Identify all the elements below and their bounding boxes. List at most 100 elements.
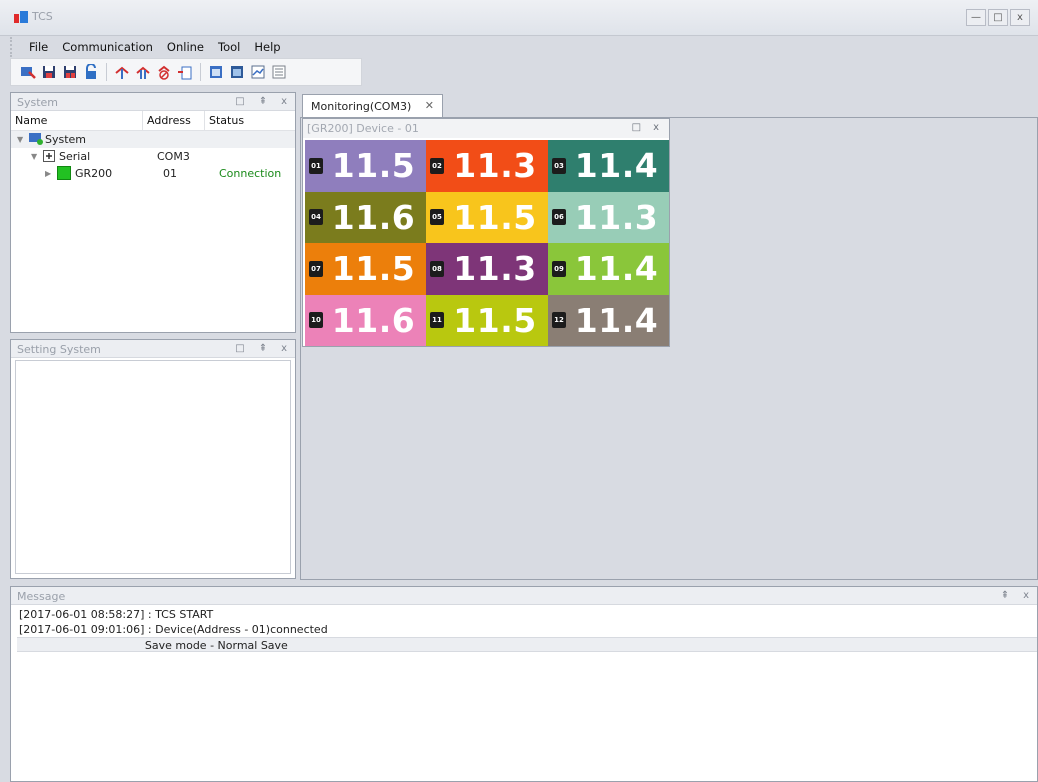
collapse-icon[interactable]: ▼ <box>31 152 37 161</box>
tree-row-gr200[interactable]: ▶ GR200 01 Connection <box>11 165 295 182</box>
channel-id-badge: 11 <box>430 312 444 329</box>
remove-device-icon[interactable] <box>155 63 173 81</box>
column-status[interactable]: Status <box>205 111 295 130</box>
channel-value: 11.4 <box>574 146 659 186</box>
app-logo-icon <box>14 11 28 23</box>
close-icon[interactable]: x <box>281 342 287 356</box>
channel-id-badge: 09 <box>552 260 566 277</box>
pin-icon[interactable]: ⇞ <box>259 342 267 356</box>
channel-cell[interactable]: 05 11.5 <box>426 191 548 243</box>
channel-cell[interactable]: 11 11.5 <box>426 294 548 346</box>
tree-row-system[interactable]: ▼ System <box>11 131 295 148</box>
menu-help[interactable]: Help <box>247 40 287 54</box>
setting-system-panel: Setting System □ ⇞ x <box>10 339 296 579</box>
channel-cell[interactable]: 06 11.3 <box>548 191 669 243</box>
pin-icon[interactable]: ⇞ <box>1001 589 1009 603</box>
channel-cell[interactable]: 08 11.3 <box>426 243 548 295</box>
channel-value: 11.3 <box>453 146 537 186</box>
channel-value: 11.5 <box>453 300 537 340</box>
list-icon[interactable] <box>270 63 288 81</box>
tree-status-gr200: Connection <box>219 167 282 180</box>
channel-cell[interactable]: 02 11.3 <box>426 140 548 192</box>
serial-port-icon <box>43 150 55 165</box>
pin-icon[interactable]: ⇞ <box>259 95 267 109</box>
device-window-header[interactable]: [GR200] Device - 01 □ x <box>303 119 669 138</box>
monitor-icon[interactable] <box>207 63 225 81</box>
float-icon[interactable]: □ <box>632 122 641 133</box>
channel-value: 11.3 <box>453 249 537 289</box>
menu-file[interactable]: File <box>22 40 55 54</box>
channel-id-badge: 06 <box>552 209 566 226</box>
chart-icon[interactable] <box>249 63 267 81</box>
channel-value: 11.5 <box>331 249 416 289</box>
minimize-button[interactable]: — <box>966 9 986 26</box>
channel-id-badge: 05 <box>430 209 444 226</box>
connect-icon[interactable] <box>19 63 37 81</box>
tab-monitoring[interactable]: Monitoring(COM3) ✕ <box>302 94 443 117</box>
channel-value: 11.3 <box>574 197 659 237</box>
channel-value: 11.5 <box>331 146 416 186</box>
add-device-icon[interactable] <box>113 63 131 81</box>
save-icon[interactable] <box>40 63 58 81</box>
channel-cell[interactable]: 07 11.5 <box>305 243 426 295</box>
tree-label-serial: Serial <box>59 150 91 163</box>
channel-id-badge: 01 <box>309 157 323 174</box>
device-settings-icon[interactable] <box>176 63 194 81</box>
channel-value: 11.4 <box>574 300 659 340</box>
maximize-button[interactable]: □ <box>988 9 1008 26</box>
tree-address-serial: COM3 <box>157 150 190 163</box>
float-icon[interactable]: □ <box>235 95 244 109</box>
channel-grid: 01 11.5 02 11.3 03 11.4 04 11.6 05 11.5 06 11.3 07 11… <box>305 140 669 346</box>
channel-id-badge: 07 <box>309 260 323 277</box>
collapse-icon[interactable]: ▼ <box>17 135 23 144</box>
channel-value: 11.5 <box>453 197 537 237</box>
monitor-alt-icon[interactable] <box>228 63 246 81</box>
channel-id-badge: 02 <box>430 157 444 174</box>
channel-cell[interactable]: 10 11.6 <box>305 294 426 346</box>
close-icon[interactable]: x <box>653 122 659 133</box>
channel-id-badge: 04 <box>309 209 323 226</box>
message-line: [2017-06-01 09:01:06] : Device(Address -… <box>19 623 328 636</box>
channel-value: 11.4 <box>574 249 659 289</box>
channel-id-badge: 10 <box>309 312 323 329</box>
menu-bar: File Communication Online Tool Help <box>10 37 288 57</box>
tree-label-system: System <box>45 133 87 146</box>
system-icon <box>29 132 43 148</box>
column-name[interactable]: Name <box>11 111 143 130</box>
column-address[interactable]: Address <box>143 111 205 130</box>
float-icon[interactable]: □ <box>235 342 244 356</box>
close-icon[interactable]: x <box>1023 589 1029 603</box>
message-line: Save mode - Normal Save <box>17 637 1037 652</box>
title-bar: TCS — □ x <box>0 0 1038 36</box>
setting-panel-body <box>15 360 291 574</box>
add-device-alt-icon[interactable] <box>134 63 152 81</box>
menu-online[interactable]: Online <box>160 40 211 54</box>
channel-id-badge: 03 <box>552 157 566 174</box>
message-log: [2017-06-01 08:58:27] : TCS START [2017-… <box>17 607 1037 781</box>
tree-row-serial[interactable]: ▼ Serial COM3 <box>11 148 295 165</box>
close-button[interactable]: x <box>1010 9 1030 26</box>
channel-id-badge: 08 <box>430 260 444 277</box>
channel-cell[interactable]: 04 11.6 <box>305 191 426 243</box>
tab-close-icon[interactable]: ✕ <box>425 99 434 112</box>
tree-address-gr200: 01 <box>163 167 177 180</box>
message-line: [2017-06-01 08:58:27] : TCS START <box>19 608 214 621</box>
close-icon[interactable]: x <box>281 95 287 109</box>
channel-cell[interactable]: 01 11.5 <box>305 140 426 192</box>
device-window-title: [GR200] Device - 01 <box>307 122 419 135</box>
device-window: [GR200] Device - 01 □ x 01 11.5 02 11.3 03 11… <box>302 118 670 347</box>
device-online-icon <box>57 166 71 183</box>
message-panel-header: Message ⇞ x <box>11 587 1037 605</box>
unlock-icon[interactable] <box>82 63 100 81</box>
menu-communication[interactable]: Communication <box>55 40 160 54</box>
system-column-headers: Name Address Status <box>11 111 295 131</box>
setting-panel-title: Setting System <box>17 343 101 356</box>
save-as-icon[interactable] <box>61 63 79 81</box>
channel-cell[interactable]: 09 11.4 <box>548 243 669 295</box>
channel-cell[interactable]: 12 11.4 <box>548 294 669 346</box>
expand-icon[interactable]: ▶ <box>45 169 51 178</box>
window-title: TCS <box>32 10 53 23</box>
menu-tool[interactable]: Tool <box>211 40 247 54</box>
tree-label-gr200: GR200 <box>75 167 113 180</box>
channel-cell[interactable]: 03 11.4 <box>548 140 669 192</box>
